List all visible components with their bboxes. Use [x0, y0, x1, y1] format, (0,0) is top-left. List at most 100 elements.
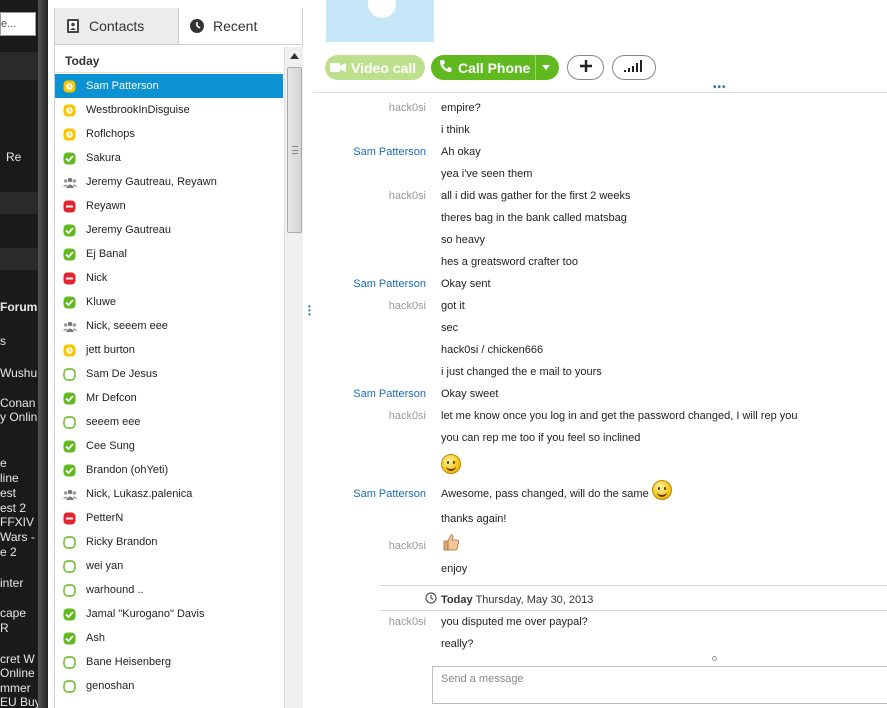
contact-name: Nick, seeem eee [86, 320, 168, 332]
contacts-book-icon [65, 18, 81, 34]
contact-row[interactable]: wei yan [55, 554, 283, 578]
message-text: let me know once you log in and get the … [441, 410, 798, 422]
contact-row[interactable]: Jeremy Gautreau, Reyawn [55, 170, 283, 194]
contact-row[interactable]: genoshan [55, 674, 283, 698]
contact-row[interactable]: Cee Sung [55, 434, 283, 458]
message-sender[interactable]: Sam Patterson [353, 388, 426, 400]
contact-row[interactable]: Ej Banal [55, 242, 283, 266]
background-text: y Onlin [0, 410, 38, 424]
contact-row[interactable]: Sakura [55, 146, 283, 170]
contact-row[interactable]: Ash [55, 626, 283, 650]
tab-contacts-label: Contacts [89, 18, 145, 34]
message-text-content: you disputed me over paypal? [441, 616, 588, 628]
contact-row[interactable]: Roflchops [55, 122, 283, 146]
contact-row[interactable]: WestbrookInDisguise [55, 98, 283, 122]
panel-splitter-handle[interactable]: • • • [308, 303, 312, 319]
background-text: cret W [0, 652, 35, 666]
status-offline-icon [63, 583, 76, 597]
contact-name: genoshan [86, 680, 135, 692]
message-sender: hack0si [388, 300, 426, 312]
plus-icon [579, 59, 593, 76]
message-text-content: Ah okay [441, 146, 481, 158]
message-text: Awesome, pass changed, will do the same [441, 480, 672, 501]
message-sender: hack0si [388, 616, 426, 628]
call-phone-divider [535, 55, 536, 80]
clock-icon [189, 18, 205, 34]
message-input[interactable]: Send a message [432, 666, 887, 704]
contact-row[interactable]: Nick [55, 266, 283, 290]
contact-row[interactable]: Mr Defcon [55, 386, 283, 410]
message-text-content: Awesome, pass changed, will do the same [441, 488, 649, 500]
tab-contacts[interactable]: Contacts [55, 8, 179, 44]
contact-row[interactable]: Brandon (ohYeti) [55, 458, 283, 482]
message-row: hack0si / chicken666 [313, 340, 887, 362]
message-text-content: yea i've seen them [441, 168, 533, 180]
contact-name: Brandon (ohYeti) [86, 464, 169, 476]
contact-row[interactable]: Kluwe [55, 290, 283, 314]
message-text-content: empire? [441, 102, 481, 114]
message-text: Okay sent [441, 278, 491, 290]
call-phone-button[interactable]: Call Phone [431, 55, 559, 80]
contact-name: Nick [86, 272, 108, 284]
group-chat-icon [63, 488, 77, 501]
contact-row[interactable]: Ricky Brandon [55, 530, 283, 554]
background-search-field: e... [0, 12, 36, 36]
contact-name: Jeremy Gautreau [86, 224, 171, 236]
contact-name: warhound .. [86, 584, 144, 596]
video-call-button[interactable]: Video call [325, 55, 425, 80]
scroll-up-arrow-icon[interactable] [285, 47, 304, 65]
add-people-button[interactable] [567, 55, 604, 80]
message-text: theres bag in the bank called matsbag [441, 212, 627, 224]
message-text-content: got it [441, 300, 465, 312]
background-text: EU Buy [0, 695, 41, 708]
contact-row[interactable]: Jeremy Gautreau [55, 218, 283, 242]
tab-recent-label: Recent [213, 18, 258, 34]
contact-row[interactable]: Sam Patterson [55, 74, 283, 98]
thumbs-up-emoticon-icon [441, 532, 461, 555]
contact-row[interactable]: Bane Heisenberg [55, 650, 283, 674]
contact-row[interactable]: Reyawn [55, 194, 283, 218]
message-text: you can rep me too if you feel so inclin… [441, 432, 640, 444]
message-text: really? [441, 638, 473, 650]
message-row: Sam Patterson Okay sent [313, 274, 887, 296]
tab-recent[interactable]: Recent [179, 8, 302, 44]
background-text: est 2 [0, 501, 27, 515]
contact-row[interactable]: Sam De Jesus [55, 362, 283, 386]
contact-list-scrollbar[interactable] [284, 47, 303, 708]
message-text: i just changed the e mail to yours [441, 366, 602, 378]
contact-name: Kluwe [86, 296, 116, 308]
contact-row[interactable]: jett burton [55, 338, 283, 362]
message-text: thanks again! [441, 513, 506, 525]
status-online-icon [63, 296, 76, 309]
composer-resize-handle[interactable] [712, 656, 717, 661]
phone-icon [439, 59, 452, 76]
contact-name: Ej Banal [86, 248, 127, 260]
status-online-icon [63, 464, 76, 477]
contact-row[interactable]: Nick, seeem eee [55, 314, 283, 338]
contact-row[interactable]: Jamal "Kurogano" Davis [55, 602, 283, 626]
message-text: sec [441, 322, 458, 334]
message-row: thanks again! [313, 509, 887, 531]
contact-row[interactable]: Nick, Lukasz.palenica [55, 482, 283, 506]
scrollbar-thumb[interactable] [287, 67, 302, 233]
contact-row[interactable]: seeem eee [55, 410, 283, 434]
message-sender[interactable]: Sam Patterson [353, 278, 426, 290]
status-offline-icon [63, 367, 76, 381]
contact-row[interactable]: PetterN [55, 506, 283, 530]
message-text-content: i think [441, 124, 470, 136]
status-offline-icon [63, 559, 76, 573]
video-camera-icon [330, 60, 346, 76]
contact-name: Sam Patterson [86, 80, 159, 92]
message-sender[interactable]: Sam Patterson [353, 488, 426, 500]
status-away-icon [63, 344, 76, 357]
call-quality-button[interactable] [612, 55, 656, 80]
status-busy-icon [63, 512, 76, 525]
smile-emoticon-icon [651, 480, 672, 501]
contact-avatar[interactable] [326, 0, 434, 42]
chevron-down-icon[interactable] [542, 65, 550, 70]
message-row: hack0si empire? [313, 98, 887, 120]
background-text: inter [0, 576, 24, 590]
message-text-content: hack0si / chicken666 [441, 344, 544, 356]
message-sender[interactable]: Sam Patterson [353, 146, 426, 158]
contact-row[interactable]: warhound .. [55, 578, 283, 602]
